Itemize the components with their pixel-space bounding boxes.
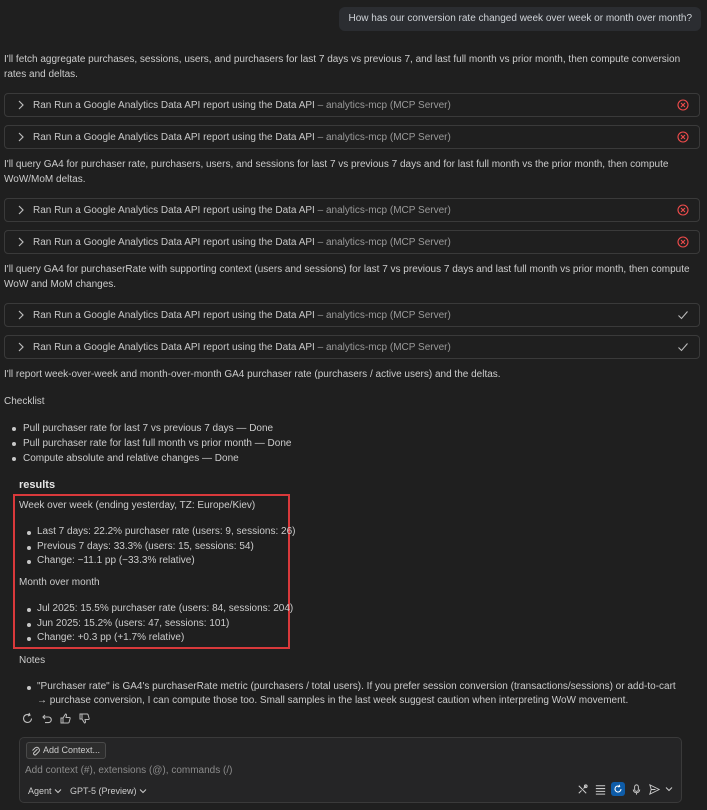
thumbs-down-icon[interactable]: [78, 712, 91, 725]
tool-call-source: – analytics-mcp (MCP Server): [314, 310, 451, 321]
checklist-heading: Checklist: [4, 396, 45, 407]
checklist-item: Pull purchaser rate for last 7 vs previo…: [11, 421, 291, 436]
notes-list: "Purchaser rate" is GA4's purchaserRate …: [27, 680, 677, 708]
wow-list: Last 7 days: 22.2% purchaser rate (users…: [26, 525, 295, 569]
chevron-down-icon: [54, 789, 61, 794]
retry-icon[interactable]: [21, 712, 34, 725]
chevron-right-icon: [18, 132, 24, 142]
mode-label: Agent: [28, 786, 52, 796]
model-selector[interactable]: GPT-5 (Preview): [70, 786, 147, 796]
results-heading: results: [19, 479, 56, 491]
check-icon: [678, 343, 688, 352]
wow-item: Previous 7 days: 33.3% (users: 15, sessi…: [26, 540, 295, 555]
wow-item: Change: −11.1 pp (−33.3% relative): [26, 554, 295, 569]
error-icon: [677, 236, 689, 248]
user-message-text: How has our conversion rate changed week…: [348, 13, 692, 24]
assistant-paragraph: I'll fetch aggregate purchases, sessions…: [4, 54, 681, 80]
checklist-item: Compute absolute and relative changes — …: [11, 451, 291, 466]
error-icon: [677, 99, 689, 111]
tool-call-label: Ran Run a Google Analytics Data API repo…: [33, 100, 451, 111]
tools-icon[interactable]: [575, 782, 589, 796]
mom-list: Jul 2025: 15.5% purchaser rate (users: 8…: [26, 602, 293, 646]
tool-call-title: Ran Run a Google Analytics Data API repo…: [33, 310, 315, 321]
tool-call-row[interactable]: Ran Run a Google Analytics Data API repo…: [4, 230, 700, 254]
tool-call-source: – analytics-mcp (MCP Server): [314, 100, 451, 111]
assistant-paragraph: I'll query GA4 for purchaser rate, purch…: [4, 159, 669, 185]
tool-call-title: Ran Run a Google Analytics Data API repo…: [33, 100, 315, 111]
check-icon: [678, 311, 688, 320]
tool-call-source: – analytics-mcp (MCP Server): [314, 205, 451, 216]
tool-call-title: Ran Run a Google Analytics Data API repo…: [33, 205, 315, 216]
chevron-right-icon: [18, 310, 24, 320]
send-icon[interactable]: [647, 782, 661, 796]
notes-item: "Purchaser rate" is GA4's purchaserRate …: [27, 681, 676, 706]
tool-call-label: Ran Run a Google Analytics Data API repo…: [33, 237, 451, 248]
wow-heading: Week over week (ending yesterday, TZ: Eu…: [19, 500, 256, 511]
chevron-down-icon[interactable]: [665, 782, 673, 796]
assistant-paragraph: I'll report week-over-week and month-ove…: [4, 369, 501, 380]
add-context-button[interactable]: Add Context...: [26, 742, 107, 759]
mom-item: Jun 2025: 15.2% (users: 47, sessions: 10…: [26, 617, 293, 632]
tool-call-row[interactable]: Ran Run a Google Analytics Data API repo…: [4, 303, 700, 327]
mom-heading: Month over month: [19, 577, 100, 588]
tool-call-source: – analytics-mcp (MCP Server): [314, 132, 451, 143]
mom-item: Change: +0.3 pp (+1.7% relative): [26, 631, 293, 646]
chevron-right-icon: [18, 237, 24, 247]
tool-call-label: Ran Run a Google Analytics Data API repo…: [33, 342, 451, 353]
paperclip-icon: [32, 746, 40, 755]
tool-call-label: Ran Run a Google Analytics Data API repo…: [33, 310, 451, 321]
error-icon: [677, 204, 689, 216]
model-label: GPT-5 (Preview): [70, 786, 137, 796]
chat-input[interactable]: Add context (#), extensions (@), command…: [25, 765, 232, 776]
composer-toolbar: [575, 782, 673, 796]
tool-call-row[interactable]: Ran Run a Google Analytics Data API repo…: [4, 125, 700, 149]
tool-call-row[interactable]: Ran Run a Google Analytics Data API repo…: [4, 93, 700, 117]
undo-icon[interactable]: [40, 712, 53, 725]
microphone-icon[interactable]: [629, 782, 643, 796]
tool-call-row[interactable]: Ran Run a Google Analytics Data API repo…: [4, 335, 700, 359]
checklist-item: Pull purchaser rate for last full month …: [11, 438, 292, 449]
tool-call-source: – analytics-mcp (MCP Server): [314, 342, 451, 353]
error-icon: [677, 131, 689, 143]
chevron-right-icon: [18, 100, 24, 110]
checklist: Pull purchaser rate for last 7 vs previo…: [11, 421, 292, 466]
tool-call-title: Ran Run a Google Analytics Data API repo…: [33, 342, 315, 353]
tool-call-row[interactable]: Ran Run a Google Analytics Data API repo…: [4, 198, 700, 222]
mom-item: Jul 2025: 15.5% purchaser rate (users: 8…: [26, 602, 293, 617]
user-message-bubble: How has our conversion rate changed week…: [339, 7, 701, 31]
list-icon[interactable]: [593, 782, 607, 796]
tool-call-source: – analytics-mcp (MCP Server): [314, 237, 451, 248]
chevron-down-icon: [139, 789, 146, 794]
feedback-actions: [21, 712, 91, 725]
chevron-right-icon: [18, 205, 24, 215]
auto-approve-icon[interactable]: [611, 782, 625, 796]
tool-call-label: Ran Run a Google Analytics Data API repo…: [33, 132, 451, 143]
wow-item: Last 7 days: 22.2% purchaser rate (users…: [26, 525, 295, 540]
tool-call-label: Ran Run a Google Analytics Data API repo…: [33, 205, 451, 216]
mode-selector[interactable]: Agent: [28, 786, 62, 796]
add-context-label: Add Context...: [43, 745, 101, 755]
tool-call-title: Ran Run a Google Analytics Data API repo…: [33, 237, 315, 248]
thumbs-up-icon[interactable]: [59, 712, 72, 725]
chevron-right-icon: [18, 342, 24, 352]
tool-call-title: Ran Run a Google Analytics Data API repo…: [33, 132, 315, 143]
notes-heading: Notes: [19, 655, 46, 666]
chat-composer[interactable]: Add Context... Add context (#), extensio…: [19, 737, 682, 803]
assistant-paragraph: I'll query GA4 for purchaserRate with su…: [4, 264, 690, 290]
